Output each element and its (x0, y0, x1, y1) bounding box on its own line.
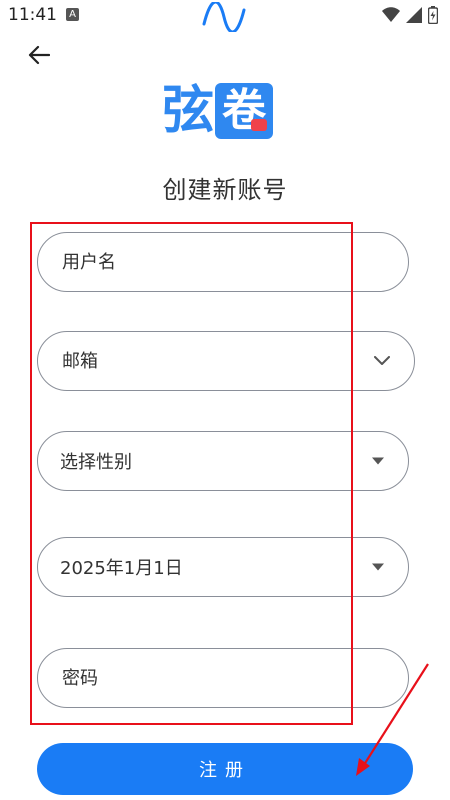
gender-select-label: 选择性别 (60, 452, 132, 473)
battery-icon (428, 6, 438, 24)
gender-select[interactable]: 选择性别 (37, 431, 409, 491)
status-time: 11:41 (8, 5, 57, 25)
arrow-left-icon (28, 45, 50, 65)
signal-icon (406, 7, 422, 23)
logo-dot (251, 119, 268, 131)
chevron-down-icon[interactable] (374, 356, 390, 366)
email-field[interactable] (37, 331, 415, 391)
username-field[interactable] (37, 232, 409, 292)
status-bar: 11:41 A (0, 0, 450, 32)
dropdown-triangle-icon (372, 457, 384, 465)
dropdown-triangle-icon (372, 563, 384, 571)
app-logo: 弦 卷 (162, 81, 274, 141)
birthdate-value: 2025年1月1日 (60, 558, 183, 579)
email-input[interactable] (60, 349, 364, 373)
password-input[interactable] (60, 666, 364, 690)
wifi-icon (382, 7, 400, 22)
username-input[interactable] (60, 250, 364, 274)
logo-box: 卷 (215, 83, 274, 139)
app-wave-icon (202, 2, 246, 32)
page-title: 创建新账号 (162, 176, 288, 204)
birthdate-select[interactable]: 2025年1月1日 (37, 537, 409, 597)
notification-icon: A (66, 8, 79, 21)
back-button[interactable] (24, 40, 54, 70)
status-right (382, 6, 438, 24)
logo-char-xian: 弦 (162, 81, 214, 141)
annotation-arrow (356, 663, 429, 776)
